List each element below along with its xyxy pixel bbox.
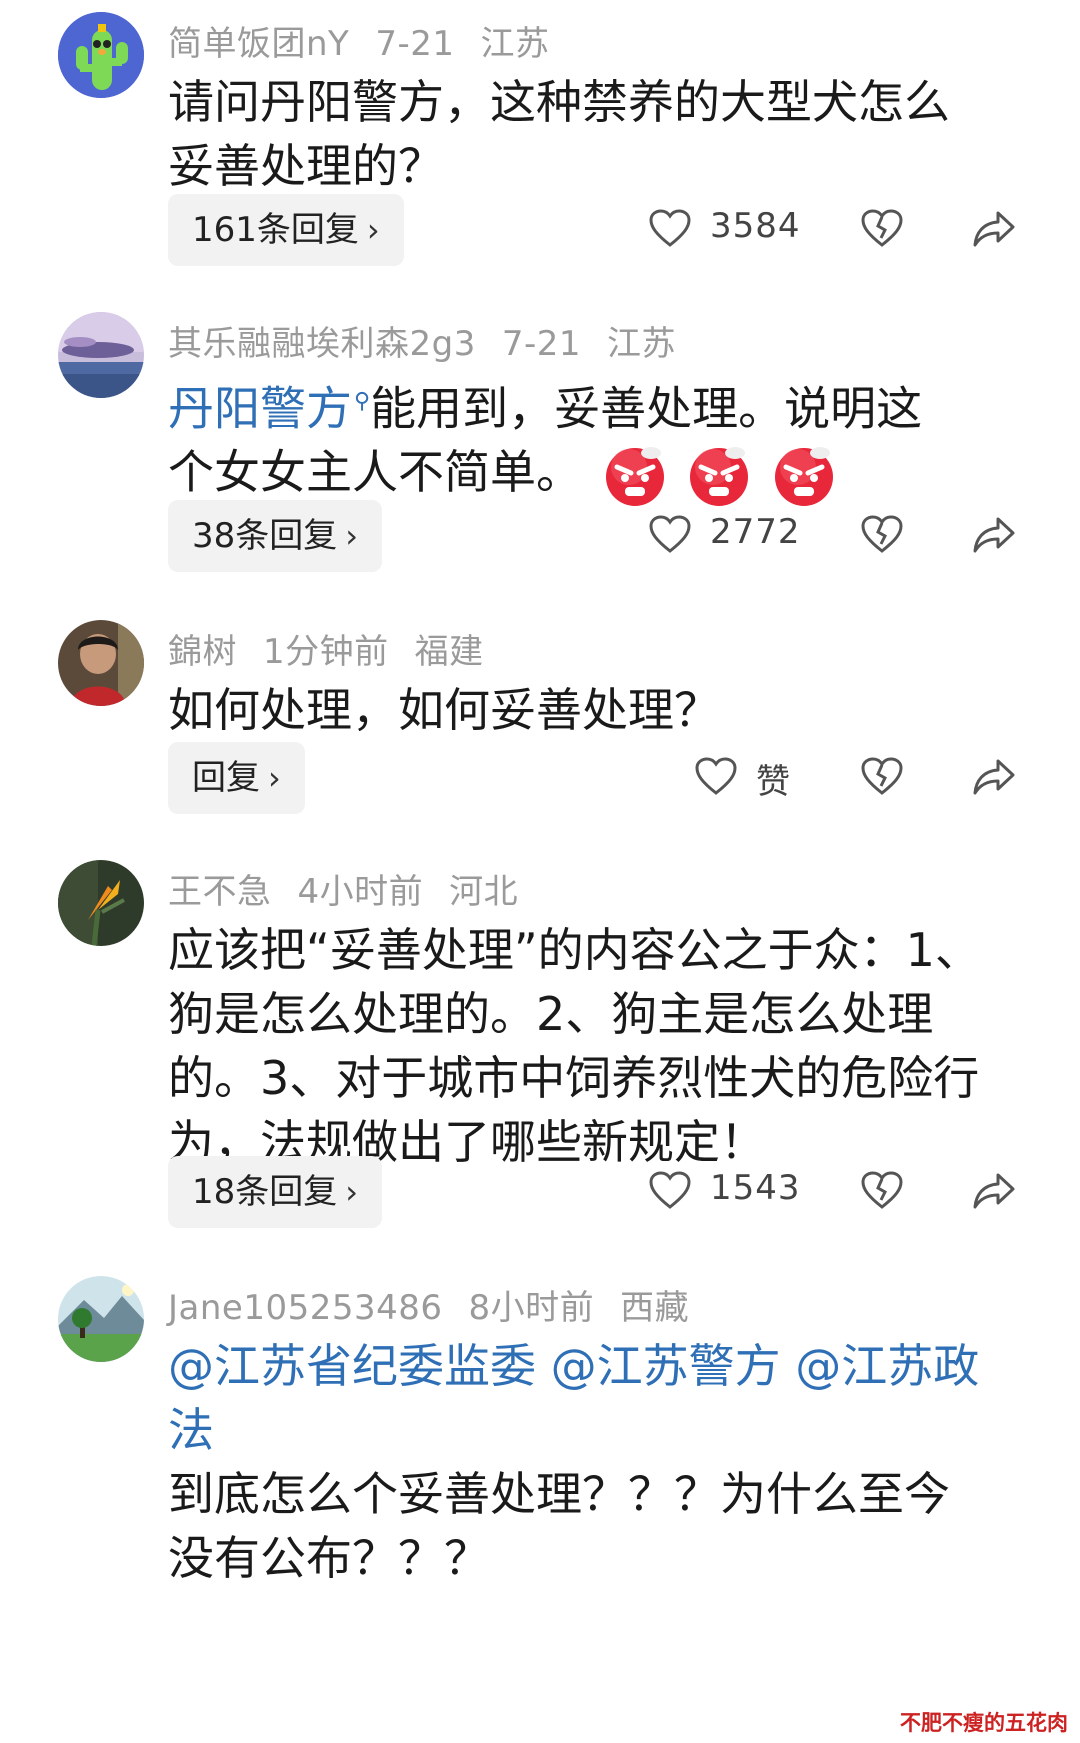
bird-of-paradise-avatar[interactable] (58, 860, 144, 946)
comment-text-line: 妥善处理的？ (168, 139, 444, 193)
comment-time: 4小时前 (297, 872, 424, 912)
comment-meta: 錦树 1分钟前 福建 (168, 624, 510, 673)
like-label: 赞 (756, 762, 791, 802)
comment-text: 如何处理，如何妥善处理？ (168, 678, 1028, 742)
angry-face-emoji (605, 446, 664, 506)
comment-meta: Jane105253486 8小时前 西藏 (168, 1280, 715, 1329)
heart-outline-icon[interactable] (694, 756, 738, 796)
share-arrow-icon[interactable] (972, 1172, 1016, 1210)
comment-actions: 2772 (0, 500, 1080, 572)
search-icon: ⚲ (354, 389, 371, 414)
comment-meta: 简单饭团nY 7-21 江苏 (168, 16, 576, 65)
angry-face-emoji (774, 446, 833, 506)
like-count: 2772 (710, 512, 801, 552)
like-count: 1543 (710, 1168, 801, 1208)
username[interactable]: Jane105253486 (168, 1288, 443, 1328)
comment-time: 7-21 (375, 24, 455, 64)
sunset-avatar[interactable] (58, 312, 144, 398)
comment-text-line: 个女女主人不简单。 (168, 440, 1028, 507)
comment-time: 1分钟前 (263, 632, 389, 672)
broken-heart-icon[interactable] (860, 1170, 904, 1210)
comment-meta: 其乐融融埃利森2g3 7-21 江苏 (168, 316, 702, 365)
comment-text-line: 如何处理，如何妥善处理？ (168, 683, 720, 737)
broken-heart-icon[interactable] (860, 756, 904, 796)
watermark: 不肥不瘦的五花肉 (900, 1711, 1068, 1735)
comment-location: 江苏 (480, 24, 550, 64)
comment-location: 江苏 (607, 324, 677, 364)
share-arrow-icon[interactable] (972, 758, 1016, 796)
comment-text-line: 应该把“妥善处理”的内容公之于众：1、 (168, 923, 981, 977)
comment-text-segment: 能用到，妥善处理。说明这 (370, 381, 923, 436)
comment-location: 河北 (449, 872, 519, 912)
comment-text-line: 丹阳警方⚲能用到，妥善处理。说明这 (168, 370, 1028, 440)
comment-text-segment: 个女女主人不简单。 (168, 445, 582, 500)
mention-link[interactable]: 法 (168, 1398, 1028, 1462)
comment-text-line: 请问丹阳警方，这种禁养的大型犬怎么 (168, 75, 950, 129)
comment-meta: 王不急 4小时前 河北 (168, 864, 544, 913)
heart-outline-icon[interactable] (648, 1170, 692, 1210)
username[interactable]: 简单饭团nY (168, 24, 349, 64)
comment-text-line: 没有公布？？？ (168, 1531, 490, 1585)
share-arrow-icon[interactable] (972, 516, 1016, 554)
comment-text: 应该把“妥善处理”的内容公之于众：1、 狗是怎么处理的。2、狗主是怎么处理 的。… (168, 918, 1028, 1174)
heart-outline-icon[interactable] (648, 208, 692, 248)
comment-time: 7-21 (501, 324, 582, 364)
broken-heart-icon[interactable] (860, 208, 904, 248)
comment-location: 福建 (414, 632, 484, 672)
mention-link[interactable]: 丹阳警方 (168, 381, 352, 435)
broken-heart-icon[interactable] (860, 514, 904, 554)
share-arrow-icon[interactable] (972, 210, 1016, 248)
cactus-avatar[interactable] (58, 12, 144, 98)
comment-text-line: 的。3、对于城市中饲养烈性犬的危险行 (168, 1051, 980, 1105)
comment-text: 请问丹阳警方，这种禁养的大型犬怎么 妥善处理的？ (168, 70, 1028, 198)
comment-text-line: 到底怎么个妥善处理？？？为什么至今 (168, 1467, 950, 1521)
heart-outline-icon[interactable] (648, 514, 692, 554)
comment-text: @江苏省纪委监委 @江苏警方 @江苏政 法 到底怎么个妥善处理？？？为什么至今 … (168, 1334, 1028, 1590)
comment-text: 丹阳警方⚲能用到，妥善处理。说明这 个女女主人不简单。 (168, 370, 1028, 507)
comment-actions: 1543 (0, 1156, 1080, 1228)
landscape-avatar[interactable] (58, 1276, 144, 1362)
username[interactable]: 王不急 (168, 872, 272, 912)
angry-face-emoji (690, 446, 749, 506)
comment-text-line: 狗是怎么处理的。2、狗主是怎么处理 (168, 987, 934, 1041)
comment-actions: 赞 (0, 742, 1080, 814)
username[interactable]: 其乐融融埃利森2g3 (168, 324, 476, 364)
mention-link[interactable]: @江苏省纪委监委 @江苏警方 @江苏政 (168, 1334, 1028, 1398)
username[interactable]: 錦树 (168, 632, 237, 672)
child-photo-avatar[interactable] (58, 620, 144, 706)
like-count: 3584 (710, 206, 801, 246)
comment-location: 西藏 (620, 1288, 690, 1328)
comment-time: 8小时前 (468, 1288, 595, 1328)
comment-actions: 3584 (0, 194, 1080, 266)
